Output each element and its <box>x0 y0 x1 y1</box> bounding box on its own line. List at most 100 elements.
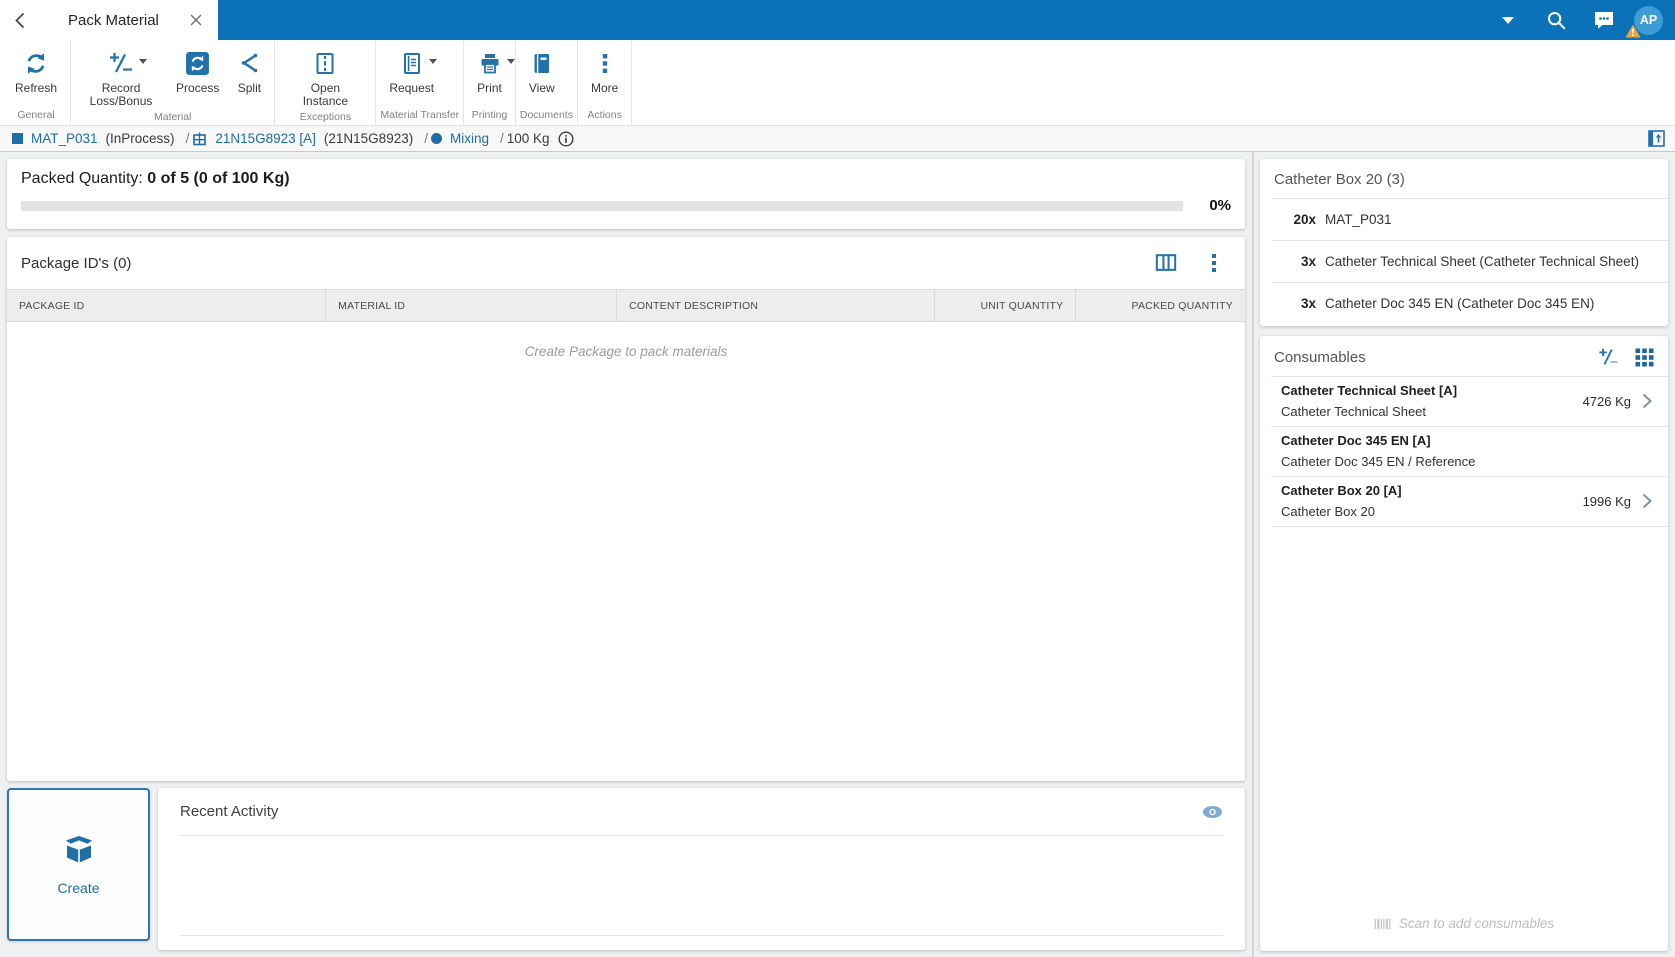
box-content-row: 3x Catheter Technical Sheet (Catheter Te… <box>1260 241 1668 282</box>
breadcrumb-separator: / <box>186 131 190 146</box>
kebab-menu-icon[interactable] <box>1205 253 1223 273</box>
request-button[interactable]: Request <box>380 45 443 106</box>
column-header-unit-quantity[interactable]: UNIT QUANTITY <box>934 290 1075 321</box>
toolbar-group-label: Documents <box>520 106 573 122</box>
kebab-icon <box>594 47 616 79</box>
package-ids-header: Package ID's (0) <box>7 237 1245 289</box>
packed-quantity-card: Packed Quantity: 0 of 5 (0 of 100 Kg) 0% <box>7 159 1245 229</box>
caret-down-icon <box>429 59 437 64</box>
toolbar-item-label: More <box>591 82 618 95</box>
tab-pack-material[interactable]: Pack Material <box>38 0 218 40</box>
consumables-card: Consumables <box>1260 336 1668 951</box>
column-header-packed-quantity[interactable]: PACKED QUANTITY <box>1075 290 1245 321</box>
consumable-text: Catheter Technical Sheet [A] Catheter Te… <box>1281 380 1457 422</box>
chevron-down-icon <box>1502 17 1514 24</box>
box-contents-card: Catheter Box 20 (3) 20x MAT_P031 3x Cath… <box>1260 159 1668 326</box>
refresh-button[interactable]: Refresh <box>6 45 66 106</box>
box-content-qty: 3x <box>1288 296 1316 311</box>
box-content-qty: 20x <box>1288 212 1316 227</box>
toolbar-group-label: Printing <box>468 106 511 122</box>
consumable-name: Catheter Technical Sheet [A] <box>1281 380 1457 401</box>
back-button[interactable] <box>0 0 38 40</box>
expand-panel-icon[interactable] <box>1648 130 1665 147</box>
right-sidebar: Catheter Box 20 (3) 20x MAT_P031 3x Cath… <box>1252 152 1675 957</box>
create-package-button[interactable]: Create <box>7 788 150 941</box>
box-content-name: Catheter Doc 345 EN (Catheter Doc 345 EN… <box>1325 296 1594 311</box>
package-ids-actions <box>1155 252 1223 274</box>
open-instance-button[interactable]: Open Instance <box>279 45 371 108</box>
column-header-content-description[interactable]: CONTENT DESCRIPTION <box>616 290 934 321</box>
eye-icon[interactable] <box>1202 805 1223 819</box>
plus-minus-icon[interactable] <box>1598 347 1620 367</box>
view-button[interactable]: View <box>520 45 564 106</box>
toolbar-item-label: Split <box>238 82 261 95</box>
consumable-quantity: 1996 Kg <box>1583 494 1631 509</box>
divider <box>1271 526 1668 527</box>
toolbar-item-label: Request <box>389 82 434 95</box>
consumables-title: Consumables <box>1274 349 1598 366</box>
topbar-spacer <box>218 0 1484 40</box>
progress-percent: 0% <box>1183 197 1231 214</box>
box-content-name: MAT_P031 <box>1325 212 1392 227</box>
toolbar-item-label: Process <box>176 82 219 95</box>
breadcrumb-operation-link[interactable]: Mixing <box>450 131 489 146</box>
consumable-row[interactable]: Catheter Technical Sheet [A] Catheter Te… <box>1260 377 1668 426</box>
toolbar-group-label: Material <box>75 108 270 124</box>
consumables-header: Consumables <box>1260 336 1668 376</box>
close-icon[interactable] <box>186 10 206 30</box>
box-content-row: 20x MAT_P031 <box>1260 199 1668 240</box>
ribbon-toolbar: Refresh General Record Loss/Bonus <box>0 40 1675 125</box>
package-ids-card: Package ID's (0) PACKAGE ID MATERIAL ID … <box>7 237 1245 781</box>
toolbar-item-label: Refresh <box>15 82 57 95</box>
toolbar-group-actions: More Actions <box>578 40 632 125</box>
box-content-qty: 3x <box>1288 254 1316 269</box>
consumables-actions <box>1598 347 1654 367</box>
toolbar-group-label: Exceptions <box>279 108 371 124</box>
dropdown-button[interactable] <box>1484 0 1532 40</box>
consumable-description: Catheter Technical Sheet <box>1281 401 1457 422</box>
printer-icon <box>478 47 502 79</box>
toolbar-item-label: Record Loss/Bonus <box>84 82 158 108</box>
toolbar-group-exceptions: Open Instance Exceptions <box>275 40 376 125</box>
search-icon <box>1546 10 1566 30</box>
grid-icon[interactable] <box>1635 348 1654 367</box>
split-button[interactable]: Split <box>228 45 270 108</box>
column-header-material-id[interactable]: MATERIAL ID <box>325 290 616 321</box>
breadcrumb-quantity: 100 Kg <box>507 131 550 146</box>
bottom-row: Create Recent Activity <box>7 788 1245 950</box>
packed-quantity-value: 0 of 5 (0 of 100 Kg) <box>147 170 289 187</box>
toolbar-group-label: Material Transfer <box>380 106 459 122</box>
breadcrumb-material-link[interactable]: MAT_P031 <box>31 131 98 146</box>
print-button[interactable]: Print <box>468 45 511 106</box>
info-icon[interactable] <box>558 131 574 147</box>
recent-activity-body <box>180 836 1223 935</box>
search-button[interactable] <box>1532 0 1580 40</box>
consumable-description: Catheter Doc 345 EN / Reference <box>1281 451 1475 472</box>
book-icon <box>530 47 554 79</box>
caret-down-icon <box>139 59 147 64</box>
toolbar-group-printing: Print Printing <box>464 40 516 125</box>
create-button-label: Create <box>57 880 99 896</box>
consumable-text: Catheter Doc 345 EN [A] Catheter Doc 345… <box>1281 430 1475 472</box>
consumable-row[interactable]: Catheter Doc 345 EN [A] Catheter Doc 345… <box>1260 427 1668 476</box>
user-avatar[interactable]: AP <box>1634 6 1663 35</box>
consumable-row[interactable]: Catheter Box 20 [A] Catheter Box 20 1996… <box>1260 477 1668 526</box>
breadcrumb-batch-link[interactable]: 21N15G8923 [A] <box>215 131 316 146</box>
toolbar-group-documents: View Documents <box>516 40 578 125</box>
divider <box>180 935 1223 936</box>
toolbar-group-material-transfer: Request Material Transfer <box>376 40 464 125</box>
record-loss-bonus-button[interactable]: Record Loss/Bonus <box>75 45 167 108</box>
columns-icon[interactable] <box>1155 252 1177 274</box>
scan-hint-text: Scan to add consumables <box>1399 916 1554 931</box>
toolbar-group-label: Actions <box>582 106 627 122</box>
main-column: Packed Quantity: 0 of 5 (0 of 100 Kg) 0%… <box>0 152 1252 957</box>
chat-button[interactable] <box>1580 0 1628 40</box>
chevron-right-icon[interactable] <box>1640 493 1654 509</box>
column-header-package-id[interactable]: PACKAGE ID <box>7 290 325 321</box>
more-button[interactable]: More <box>582 45 627 106</box>
process-button[interactable]: Process <box>167 45 228 108</box>
toolbar-group-material: Record Loss/Bonus Process <box>71 40 275 125</box>
chevron-right-icon[interactable] <box>1640 393 1654 409</box>
open-box-icon <box>60 834 98 868</box>
breadcrumb-separator: / <box>500 131 504 146</box>
